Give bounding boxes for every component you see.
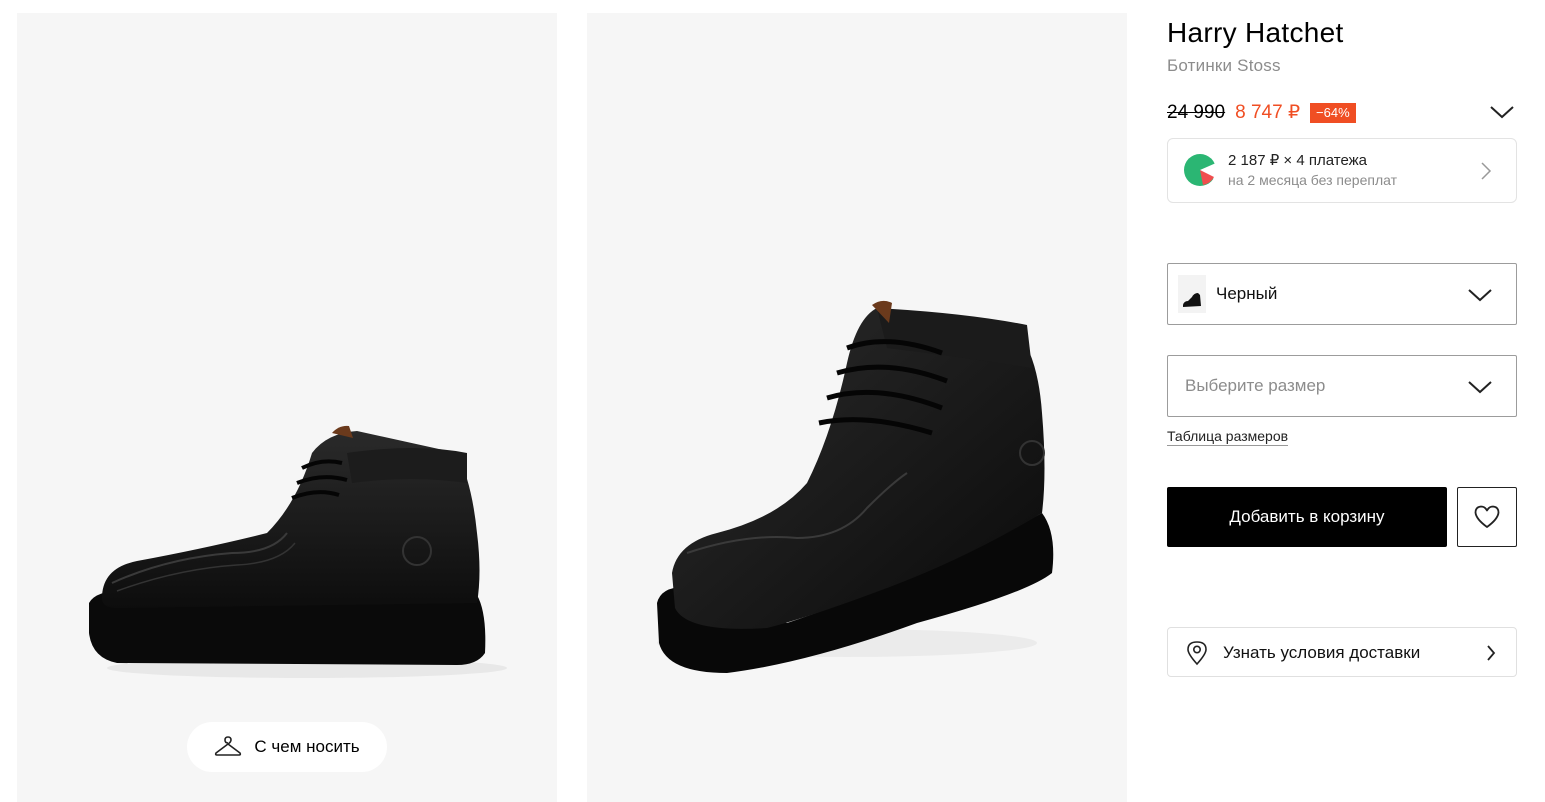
location-pin-icon — [1187, 641, 1207, 666]
boot-angle-image — [657, 300, 1054, 673]
size-select[interactable]: Выберите размер — [1167, 355, 1517, 417]
chevron-down-icon — [1468, 381, 1492, 394]
add-to-cart-button[interactable]: Добавить в корзину — [1167, 487, 1447, 547]
color-thumbnail — [1178, 275, 1206, 313]
color-select[interactable]: Черный — [1167, 263, 1517, 325]
heart-icon — [1474, 505, 1500, 528]
boot-side-image — [89, 425, 507, 678]
old-price: 24 990 — [1167, 101, 1226, 123]
current-price: 8 747 ₽ — [1235, 102, 1301, 123]
chevron-right-icon — [1481, 162, 1492, 180]
what-to-wear-label: С чем носить — [254, 737, 360, 756]
chevron-down-icon[interactable] — [1488, 104, 1516, 120]
chevron-down-icon — [1468, 289, 1492, 302]
installment-terms: на 2 месяца без переплат — [1228, 172, 1397, 188]
color-value: Черный — [1216, 284, 1278, 303]
size-placeholder: Выберите размер — [1185, 376, 1326, 395]
product-name: Ботинки Stoss — [1167, 56, 1281, 75]
delivery-conditions-card[interactable]: Узнать условия доставки — [1167, 627, 1517, 677]
brand-title[interactable]: Harry Hatchet — [1167, 17, 1344, 49]
what-to-wear-button[interactable]: С чем носить — [187, 722, 387, 772]
installment-card[interactable]: 2 187 ₽ × 4 платежа на 2 месяца без пере… — [1167, 138, 1517, 203]
split-payment-logo — [1184, 154, 1217, 186]
delivery-label: Узнать условия доставки — [1223, 643, 1421, 662]
product-image-2[interactable] — [587, 13, 1127, 802]
wishlist-button[interactable] — [1457, 487, 1517, 547]
price-row: 24 990 8 747 ₽ −64% — [1167, 101, 1356, 124]
chevron-right-icon — [1487, 645, 1496, 661]
installment-amount: 2 187 ₽ × 4 платежа — [1228, 152, 1367, 169]
product-image-1[interactable]: С чем носить — [17, 13, 557, 802]
size-table-link[interactable]: Таблица размеров — [1167, 428, 1289, 446]
hanger-icon — [215, 736, 242, 756]
discount-badge: −64% — [1310, 102, 1356, 123]
